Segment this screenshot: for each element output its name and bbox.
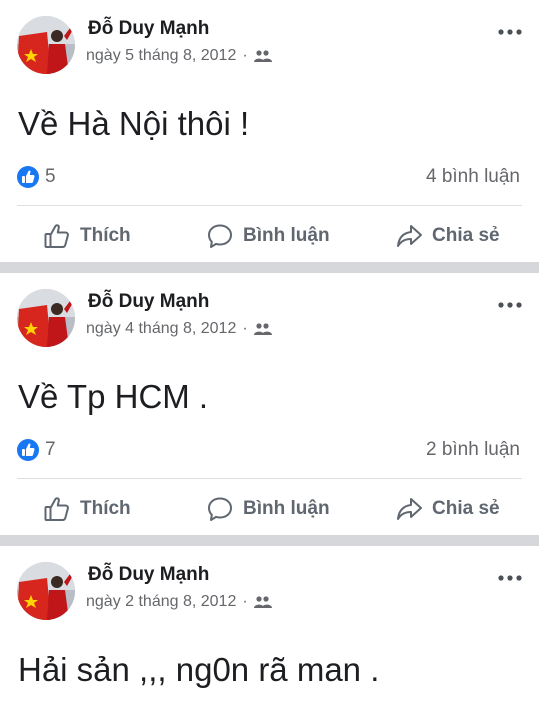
reactions-summary[interactable]: 7 [17,439,56,461]
thumbs-up-outline-icon [44,497,69,521]
share-label: Chia sẻ [432,225,500,246]
post-meta: ngày 2 tháng 8, 2012 · [86,593,273,611]
comment-label: Bình luận [243,225,330,246]
reaction-count: 7 [45,439,56,460]
friends-icon [253,596,272,608]
post-author[interactable]: Đỗ Duy Mạnh [88,18,209,40]
like-label: Thích [80,498,131,519]
reactions-summary[interactable]: 5 [17,166,56,188]
share-button[interactable]: Chia sẻ [395,220,500,252]
like-button[interactable]: Thích [43,493,131,525]
speech-bubble-icon [208,497,232,521]
post-date[interactable]: ngày 5 tháng 8, 2012 [86,47,236,65]
avatar[interactable] [17,289,75,347]
comments-count[interactable]: 2 bình luận [426,439,520,461]
post-meta: ngày 5 tháng 8, 2012 · [86,47,273,65]
three-dots-horizontal-icon[interactable] [496,295,524,315]
news-feed: Đỗ Duy Mạnh ngày 5 tháng 8, 2012 · Về Hà… [0,0,539,707]
meta-separator: · [242,320,248,337]
post-separator [0,535,539,546]
post-author[interactable]: Đỗ Duy Mạnh [88,564,209,586]
avatar[interactable] [17,16,75,74]
avatar[interactable] [17,562,75,620]
share-arrow-icon [397,498,422,520]
comment-button[interactable]: Bình luận [206,493,330,525]
post-date[interactable]: ngày 2 tháng 8, 2012 [86,593,236,611]
speech-bubble-icon [208,224,232,248]
meta-separator: · [242,47,248,64]
friends-icon [253,323,272,335]
comment-button[interactable]: Bình luận [206,220,330,252]
meta-separator: · [242,593,248,610]
post-date[interactable]: ngày 4 tháng 8, 2012 [86,320,236,338]
comments-count[interactable]: 4 bình luận [426,166,520,188]
post-text: Về Hà Nội thôi ! [18,105,250,142]
post-author[interactable]: Đỗ Duy Mạnh [88,291,209,313]
share-label: Chia sẻ [432,498,500,519]
post-text: Về Tp HCM . [18,378,209,415]
divider [17,205,522,206]
post-card: Đỗ Duy Mạnh ngày 5 tháng 8, 2012 · Về Hà… [0,0,539,262]
thumbs-up-badge-icon [17,166,39,188]
post-card: Đỗ Duy Mạnh ngày 2 tháng 8, 2012 · Hải s… [0,546,539,707]
post-card: Đỗ Duy Mạnh ngày 4 tháng 8, 2012 · Về Tp… [0,273,539,535]
share-arrow-icon [397,225,422,247]
friends-icon [253,50,272,62]
like-label: Thích [80,225,131,246]
thumbs-up-outline-icon [44,224,69,248]
three-dots-horizontal-icon[interactable] [496,568,524,588]
reaction-count: 5 [45,166,56,187]
post-separator [0,262,539,273]
thumbs-up-badge-icon [17,439,39,461]
post-meta: ngày 4 tháng 8, 2012 · [86,320,273,338]
post-text: Hải sản ,,, ng0n rã man . [18,651,380,688]
divider [17,478,522,479]
share-button[interactable]: Chia sẻ [395,493,500,525]
three-dots-horizontal-icon[interactable] [496,22,524,42]
comment-label: Bình luận [243,498,330,519]
like-button[interactable]: Thích [43,220,131,252]
